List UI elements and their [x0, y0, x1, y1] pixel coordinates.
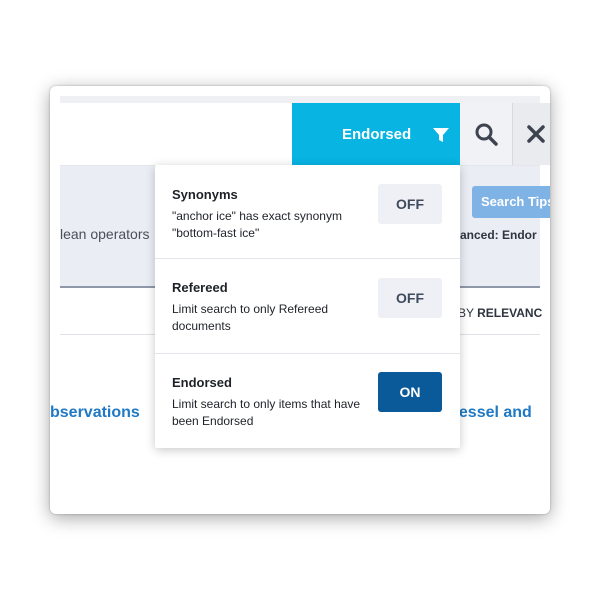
refereed-toggle[interactable]: OFF: [378, 278, 442, 318]
filter-title: Refereed: [172, 280, 228, 295]
synonyms-toggle[interactable]: OFF: [378, 184, 442, 224]
search-button[interactable]: [460, 103, 512, 165]
endorsed-toggle[interactable]: ON: [378, 372, 442, 412]
filter-option-synonyms: Synonyms "anchor ice" has exact synonym …: [155, 165, 460, 258]
advanced-search-text: anced: Endor: [460, 228, 537, 242]
filter-toggle-button[interactable]: Endorsed: [292, 103, 460, 165]
filter-description: "anchor ice" has exact synonym "bottom-f…: [172, 209, 342, 240]
result-title-link-right[interactable]: vessel and: [450, 404, 532, 422]
filter-option-refereed: Refereed Limit search to only Refereed d…: [155, 258, 460, 353]
filter-description: Limit search to only Refereed documents: [172, 302, 329, 333]
top-strip: [60, 96, 540, 103]
boolean-operators-text: lean operators: [60, 226, 150, 242]
search-input[interactable]: [60, 103, 296, 167]
filter-button-label: Endorsed: [342, 125, 412, 143]
app-window: Endorsed lean operators Search Tips ance…: [50, 86, 550, 514]
close-icon: [527, 125, 545, 143]
search-tips-button[interactable]: Search Tips: [472, 186, 550, 218]
filter-title: Synonyms: [172, 187, 238, 202]
search-icon: [475, 123, 498, 146]
filter-icon: [433, 128, 449, 142]
filter-title: Endorsed: [172, 375, 232, 390]
sort-prefix: BY: [458, 306, 474, 320]
filter-option-endorsed: Endorsed Limit search to only items that…: [155, 353, 460, 448]
sort-value: RELEVANC: [477, 306, 543, 320]
sort-selector[interactable]: BY RELEVANC: [458, 306, 542, 320]
filter-description: Limit search to only items that have bee…: [172, 397, 361, 428]
result-snippet: [60, 501, 440, 507]
clear-search-button[interactable]: [512, 103, 550, 165]
result-title-link[interactable]: bservations: [50, 404, 140, 422]
filter-dropdown: Synonyms "anchor ice" has exact synonym …: [155, 165, 460, 448]
